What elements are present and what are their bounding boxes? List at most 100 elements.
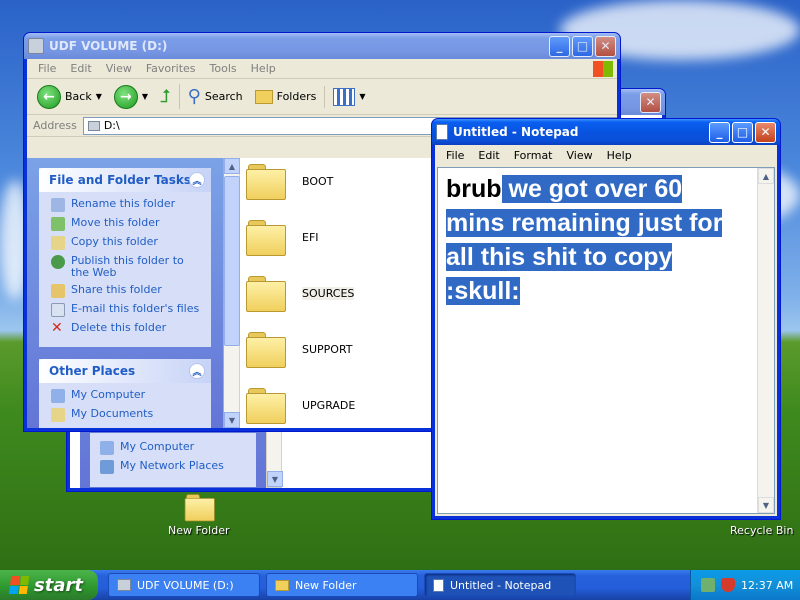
other-places-panel: Other Places ︽ My Computer My Documents [39,359,211,428]
share-icon [51,284,65,298]
folder-icon [184,494,215,522]
scroll-down-arrow[interactable]: ▼ [224,412,240,428]
clock[interactable]: 12:37 AM [741,579,793,592]
taskbar: start UDF VOLUME (D:) New Folder Untitle… [0,570,800,600]
rename-icon [51,198,65,212]
back-button[interactable]: ← Back ▼ [33,83,106,111]
notepad-text: brub we got over 60 mins remaining just … [446,172,746,308]
task-email-files[interactable]: E-mail this folder's files [51,303,203,317]
back-arrow-icon: ← [37,84,61,109]
taskbar-button-explorer[interactable]: UDF VOLUME (D:) [108,573,260,597]
task-publish-folder[interactable]: Publish this folder to the Web [51,255,203,279]
scroll-down-arrow[interactable]: ▼ [267,471,283,487]
chevron-down-icon[interactable]: ▼ [359,92,365,101]
notepad-menubar: File Edit Format View Help [435,145,777,165]
collapse-icon[interactable]: ︽ [189,172,205,188]
folder-icon [246,276,286,312]
menu-tools[interactable]: Tools [203,62,244,75]
folder-item-upgrade[interactable]: UPGRADE [246,388,355,424]
windows-flag-icon [8,576,30,594]
drive-icon [117,579,131,591]
task-copy-folder[interactable]: Copy this folder [51,236,203,250]
place-my-computer[interactable]: My Computer [100,441,246,455]
notepad-scrollbar[interactable]: ▲ ▼ [757,168,774,513]
move-icon [51,217,65,231]
minimize-button[interactable]: _ [709,121,730,143]
file-folder-tasks-header[interactable]: File and Folder Tasks ︽ [39,168,211,192]
menu-file[interactable]: File [31,62,63,75]
explorer-toolbar: ← Back ▼ → ▼ ⮥ ⚲ Search Folders ▼ [27,79,617,115]
place-my-computer[interactable]: My Computer [51,389,203,403]
scroll-up-arrow[interactable]: ▲ [224,158,240,174]
notepad-icon [433,578,444,592]
task-share-folder[interactable]: Share this folder [51,284,203,298]
notepad-title: Untitled - Notepad [453,125,579,139]
scroll-down-arrow[interactable]: ▼ [758,497,774,513]
scroll-thumb[interactable] [224,176,240,346]
search-icon: ⚲ [187,86,201,107]
folder-icon [246,388,286,424]
collapse-icon[interactable]: ︽ [189,363,205,379]
explorer-titlebar[interactable]: UDF VOLUME (D:) _ □ ✕ [24,33,620,59]
notepad-text-area[interactable]: brub we got over 60 mins remaining just … [437,167,775,514]
views-button[interactable]: ▼ [324,85,369,108]
task-rename-folder[interactable]: Rename this folder [51,198,203,212]
start-button[interactable]: start [0,570,98,600]
forward-button[interactable]: → ▼ [110,83,152,111]
file-folder-tasks-panel: File and Folder Tasks ︽ Rename this fold… [39,168,211,347]
menu-view[interactable]: View [99,62,139,75]
taskbar-button-notepad[interactable]: Untitled - Notepad [424,573,576,597]
minimize-button[interactable]: _ [549,35,570,57]
unselected-text: brub [446,175,502,203]
forward-arrow-icon: → [113,84,138,109]
menu-help[interactable]: Help [600,149,639,162]
scroll-up-arrow[interactable]: ▲ [758,168,774,184]
folder-icon [246,332,286,368]
close-button[interactable]: ✕ [640,91,661,113]
network-icon [100,460,114,474]
maximize-button[interactable]: □ [572,35,593,57]
maximize-button[interactable]: □ [732,121,753,143]
windows-logo-icon [593,60,613,77]
notepad-window[interactable]: Untitled - Notepad _ □ ✕ File Edit Forma… [431,118,781,520]
other-places-header[interactable]: Other Places ︽ [39,359,211,383]
menu-file[interactable]: File [439,149,471,162]
task-move-folder[interactable]: Move this folder [51,217,203,231]
chevron-down-icon[interactable]: ▼ [96,92,102,101]
up-folder-icon: ⮥ [160,86,171,107]
menu-help[interactable]: Help [244,62,283,75]
views-icon [333,87,356,106]
menu-view[interactable]: View [560,149,600,162]
folder-item-boot[interactable]: BOOT [246,164,333,200]
notepad-icon [436,124,448,140]
menu-favorites[interactable]: Favorites [139,62,203,75]
security-shield-icon[interactable] [721,578,735,592]
computer-icon [51,389,65,403]
menu-edit[interactable]: Edit [471,149,506,162]
file-list-scrollbar[interactable]: ▲ ▼ [224,158,240,428]
folder-item-support[interactable]: SUPPORT [246,332,353,368]
desktop-icon-new-folder[interactable]: New Folder [168,490,229,537]
network-icon[interactable] [701,578,715,592]
folder-item-sources[interactable]: SOURCES [246,276,355,312]
folder-icon [246,220,286,256]
delete-icon: ✕ [51,320,63,336]
close-button[interactable]: ✕ [755,121,776,143]
place-my-network[interactable]: My Network Places [100,460,246,474]
taskbar-button-new-folder[interactable]: New Folder [266,573,418,597]
folders-button[interactable]: Folders [251,88,321,106]
chevron-down-icon[interactable]: ▼ [142,92,148,101]
menu-format[interactable]: Format [507,149,560,162]
search-button[interactable]: ⚲ Search [178,84,247,109]
task-delete-folder[interactable]: ✕ Delete this folder [51,320,203,336]
folders-icon [254,89,273,104]
folder-item-efi[interactable]: EFI [246,220,319,256]
menu-edit[interactable]: Edit [63,62,98,75]
up-button[interactable]: ⮥ [156,84,175,109]
place-my-documents[interactable]: My Documents [51,408,203,422]
explorer-title: UDF VOLUME (D:) [49,39,168,53]
notepad-titlebar[interactable]: Untitled - Notepad _ □ ✕ [432,119,780,145]
desktop-icon-recycle-bin[interactable]: Recycle Bin [730,524,793,537]
documents-icon [51,408,65,422]
close-button[interactable]: ✕ [595,35,616,57]
